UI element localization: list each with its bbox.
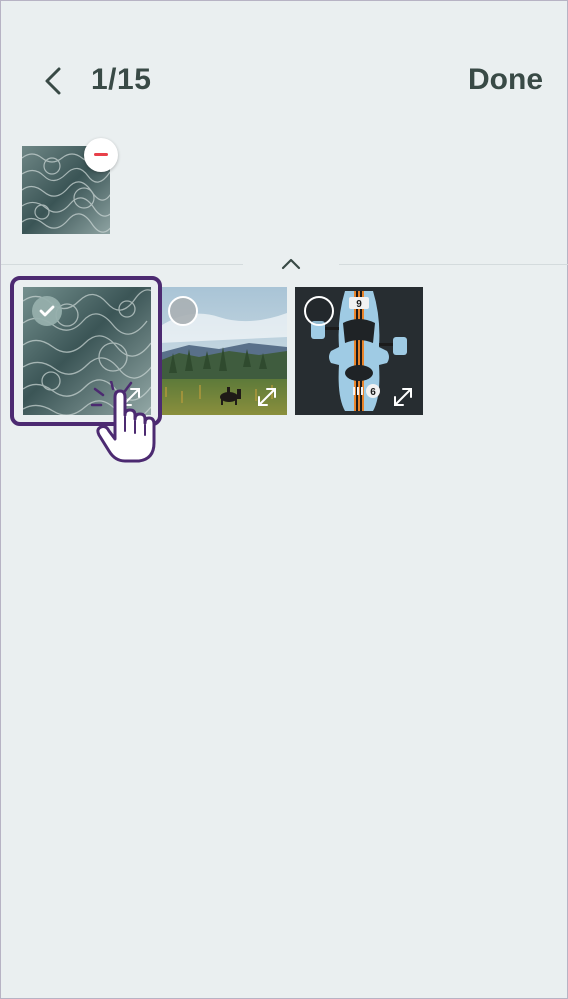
chevron-up-icon[interactable] (277, 253, 305, 275)
done-button[interactable]: Done (468, 63, 543, 97)
gallery-item-landscape[interactable] (159, 287, 287, 415)
unselected-check-indicator[interactable] (168, 296, 198, 326)
svg-text:6: 6 (370, 387, 376, 398)
selection-counter: 1/15 (91, 63, 152, 96)
selected-check-indicator[interactable] (32, 296, 62, 326)
back-chevron-icon[interactable] (37, 61, 73, 101)
gallery-item-race-car[interactable]: 9 6 (295, 287, 423, 415)
expand-icon[interactable] (119, 385, 143, 409)
selected-strip (22, 138, 118, 234)
unselected-check-indicator[interactable] (304, 296, 334, 326)
gallery-item-water[interactable] (23, 287, 151, 415)
expand-icon[interactable] (255, 385, 279, 409)
svg-text:9: 9 (356, 299, 362, 310)
header-bar: 1/15 Done (1, 41, 567, 121)
checkmark-icon (39, 305, 55, 317)
expand-icon[interactable] (391, 385, 415, 409)
remove-selected-button[interactable] (84, 138, 118, 172)
